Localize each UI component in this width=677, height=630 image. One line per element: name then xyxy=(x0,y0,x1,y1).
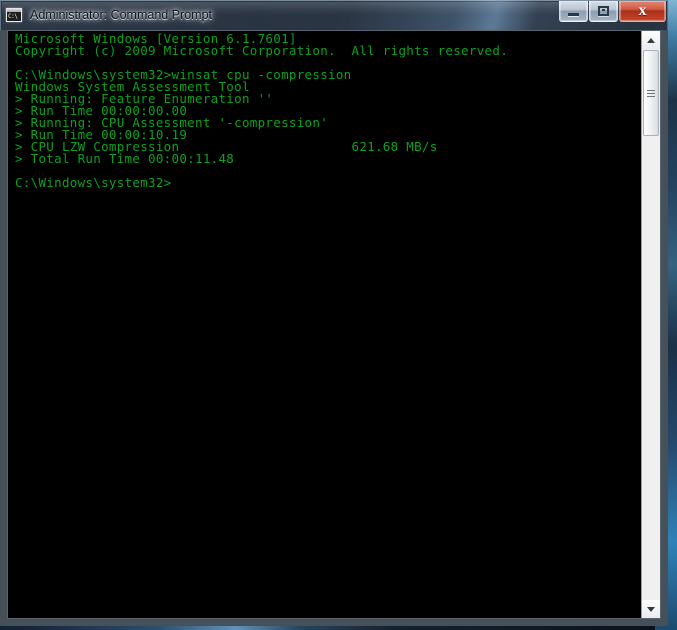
vertical-scrollbar[interactable] xyxy=(641,31,660,618)
console-line: > Total Run Time 00:00:11.48 xyxy=(15,151,235,166)
window-client-frame: Microsoft Windows [Version 6.1.7601] Copy… xyxy=(0,30,668,626)
caption-buttons: x xyxy=(558,1,666,23)
title-bar[interactable]: C:\ Administrator: Command Prompt x xyxy=(0,0,668,30)
console-output-area[interactable]: Microsoft Windows [Version 6.1.7601] Copy… xyxy=(8,31,641,618)
maximize-restore-button[interactable] xyxy=(589,1,618,22)
console-icon[interactable]: C:\ xyxy=(6,8,22,22)
console-line: C:\Windows\system32> xyxy=(15,175,172,190)
console-text: Microsoft Windows [Version 6.1.7601] Copy… xyxy=(15,32,641,190)
restore-icon xyxy=(598,6,609,16)
scroll-down-arrow[interactable] xyxy=(642,600,660,618)
scroll-thumb-grip xyxy=(647,88,655,99)
minimize-icon xyxy=(568,12,579,16)
close-button[interactable]: x xyxy=(619,1,666,22)
scroll-up-arrow[interactable] xyxy=(642,31,660,49)
command-prompt-window: C:\ Administrator: Command Prompt x Micr… xyxy=(0,0,668,626)
scroll-up-icon xyxy=(647,37,655,43)
scroll-thumb[interactable] xyxy=(643,50,659,136)
window-title: Administrator: Command Prompt xyxy=(30,8,213,22)
close-icon: x xyxy=(638,2,647,19)
console-icon-titlebar xyxy=(7,9,21,12)
scroll-down-icon xyxy=(647,606,655,612)
window-client-area: Microsoft Windows [Version 6.1.7601] Copy… xyxy=(7,30,661,619)
console-line: Copyright (c) 2009 Microsoft Corporation… xyxy=(15,43,509,58)
console-icon-glyph: C:\ xyxy=(8,13,18,20)
minimize-button[interactable] xyxy=(559,1,588,22)
